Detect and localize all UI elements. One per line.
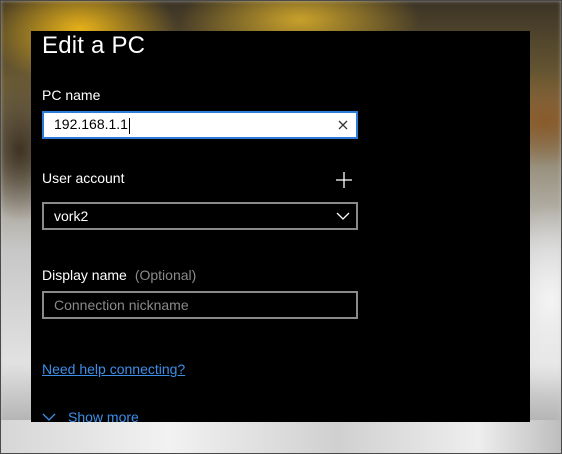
display-name-input[interactable]: Connection nickname bbox=[42, 291, 358, 319]
text-caret bbox=[128, 117, 130, 134]
dropdown-arrow bbox=[330, 204, 356, 228]
show-more-toggle[interactable]: Show more bbox=[42, 409, 139, 422]
expand-arrow bbox=[42, 413, 56, 421]
optional-tag: (Optional) bbox=[134, 267, 197, 283]
add-account-button[interactable] bbox=[335, 171, 353, 189]
edit-pc-dialog: Edit a PC PC name 192.168.1.1 User accou… bbox=[31, 31, 530, 422]
user-account-selected: vork2 bbox=[54, 208, 89, 224]
close-icon bbox=[338, 120, 348, 130]
dialog-title: Edit a PC bbox=[42, 32, 146, 59]
clear-button[interactable] bbox=[330, 113, 356, 137]
pc-name-input[interactable]: 192.168.1.1 bbox=[42, 111, 358, 139]
show-more-label: Show more bbox=[68, 409, 139, 422]
chevron-down-icon bbox=[42, 413, 56, 421]
user-account-label: User account bbox=[42, 170, 125, 186]
help-link[interactable]: Need help connecting? bbox=[42, 361, 185, 377]
chevron-down-icon bbox=[336, 212, 350, 220]
plus-icon bbox=[336, 172, 352, 188]
user-account-dropdown[interactable]: vork2 bbox=[42, 202, 358, 230]
display-name-label: Display name (Optional) bbox=[42, 267, 197, 283]
display-name-placeholder: Connection nickname bbox=[54, 297, 189, 313]
pc-name-label: PC name bbox=[42, 87, 101, 103]
pc-name-value: 192.168.1.1 bbox=[54, 116, 130, 134]
